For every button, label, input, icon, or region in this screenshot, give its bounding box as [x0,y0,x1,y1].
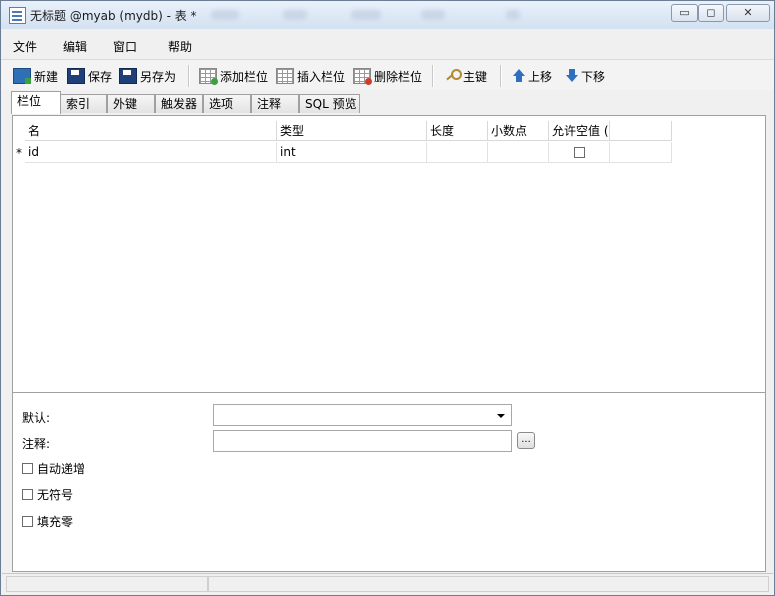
blurred-taskbar-region [283,10,307,20]
delete-field-icon [353,68,372,85]
menu-file[interactable]: 文件 [13,38,37,55]
toolbar: 新建 保存 另存为 添加栏位 插入栏位 删除栏位 主键 上移 下移 [1,59,774,90]
comment-input[interactable] [213,430,512,452]
toolbar-separator [500,65,502,87]
new-table-icon [13,68,31,84]
move-down-label: 下移 [581,69,606,84]
tab-fields[interactable]: 栏位 [11,91,61,114]
tab-options[interactable]: 选项 [203,94,251,113]
menu-bar: 文件 编辑 窗口 帮助 [1,30,774,58]
menu-window[interactable]: 窗口 [113,38,137,55]
status-cell [6,576,208,592]
status-bar [2,573,773,594]
save-button[interactable]: 保存 [67,67,112,85]
cell-allow-null[interactable] [549,142,610,163]
cell-field-type[interactable]: int [277,142,427,163]
column-header-decimals[interactable]: 小数点 [488,121,549,141]
move-up-button[interactable]: 上移 [513,67,552,85]
move-up-label: 上移 [528,69,553,84]
close-icon: ✕ [743,6,753,19]
add-field-icon [199,68,218,85]
auto-increment-option[interactable]: 自动递增 [22,460,85,477]
insert-field-icon [276,68,294,84]
unsigned-label: 无符号 [37,488,74,502]
zerofill-checkbox[interactable] [22,516,33,527]
unsigned-checkbox[interactable] [22,489,33,500]
tab-triggers[interactable]: 触发器 [155,94,203,113]
add-field-button[interactable]: 添加栏位 [199,67,268,85]
zerofill-option[interactable]: 填充零 [22,513,73,530]
maximize-button[interactable]: ◻ [698,4,724,22]
add-field-label: 添加栏位 [220,69,269,84]
key-icon [444,69,462,83]
delete-field-label: 删除栏位 [374,69,423,84]
cell-extra [610,142,672,163]
delete-field-button[interactable]: 删除栏位 [353,67,422,85]
new-label: 新建 [34,69,59,84]
status-cell [208,576,769,592]
default-label: 默认: [22,411,51,425]
primary-key-button[interactable]: 主键 [444,67,487,85]
column-header-type[interactable]: 类型 [277,121,427,141]
new-button[interactable]: 新建 [13,67,58,85]
save-as-icon [119,68,137,84]
table-icon [9,7,26,24]
toolbar-separator [188,65,190,87]
title-bar: 无标题 @myab (mydb) - 表 * ▭ ◻ ✕ [1,1,774,29]
cell-field-decimals[interactable] [488,142,549,163]
menu-edit[interactable]: 编辑 [63,38,87,55]
insert-field-button[interactable]: 插入栏位 [276,67,345,85]
cell-field-name[interactable]: id [25,142,277,163]
auto-increment-label: 自动递增 [37,462,86,476]
blurred-taskbar-region [351,10,381,20]
tab-sql-preview[interactable]: SQL 预览 [299,94,360,113]
insert-field-label: 插入栏位 [297,69,346,84]
menu-help[interactable]: 帮助 [168,38,192,55]
blurred-taskbar-region [506,10,520,20]
save-as-button[interactable]: 另存为 [119,67,176,85]
comment-ellipsis-button[interactable]: ... [517,432,535,449]
column-header-length[interactable]: 长度 [427,121,488,141]
primary-key-label: 主键 [463,69,488,84]
unsigned-option[interactable]: 无符号 [22,486,73,503]
save-label: 保存 [88,69,113,84]
column-header-name[interactable]: 名 [25,121,277,141]
minimize-button[interactable]: ▭ [671,4,698,22]
minimize-icon: ▭ [679,6,690,19]
row-marker: * [16,146,22,160]
tab-indexes[interactable]: 索引 [60,94,107,113]
window-title: 无标题 @myab (mydb) - 表 * [30,9,197,23]
arrow-down-icon [566,69,578,83]
column-header-extra [610,121,672,141]
toolbar-separator [432,65,434,87]
column-header-allow-null[interactable]: 允许空值 ( [549,121,610,141]
blurred-taskbar-region [211,10,239,20]
table-designer-window: 无标题 @myab (mydb) - 表 * ▭ ◻ ✕ 文件 编辑 窗口 帮助… [0,0,775,596]
default-value-select[interactable] [213,404,512,426]
tab-comment[interactable]: 注释 [251,94,299,113]
zerofill-label: 填充零 [37,515,74,529]
tab-strip: 栏位 索引 外键 触发器 选项 注释 SQL 预览 [1,91,774,115]
cell-field-length[interactable] [427,142,488,163]
field-properties-panel: 默认: 注释: ... 自动递增 无符号 填充零 [12,393,766,572]
maximize-icon: ◻ [706,6,716,19]
save-as-label: 另存为 [140,69,177,84]
comment-label: 注释: [22,437,51,451]
tab-foreign-keys[interactable]: 外键 [107,94,155,113]
auto-increment-checkbox[interactable] [22,463,33,474]
allow-null-checkbox[interactable] [573,147,585,158]
arrow-up-icon [513,69,525,83]
fields-grid: 名 类型 长度 小数点 允许空值 ( * id int [12,115,766,393]
move-down-button[interactable]: 下移 [566,67,605,85]
close-button[interactable]: ✕ [726,4,770,22]
blurred-taskbar-region [421,10,445,20]
save-icon [67,68,85,84]
